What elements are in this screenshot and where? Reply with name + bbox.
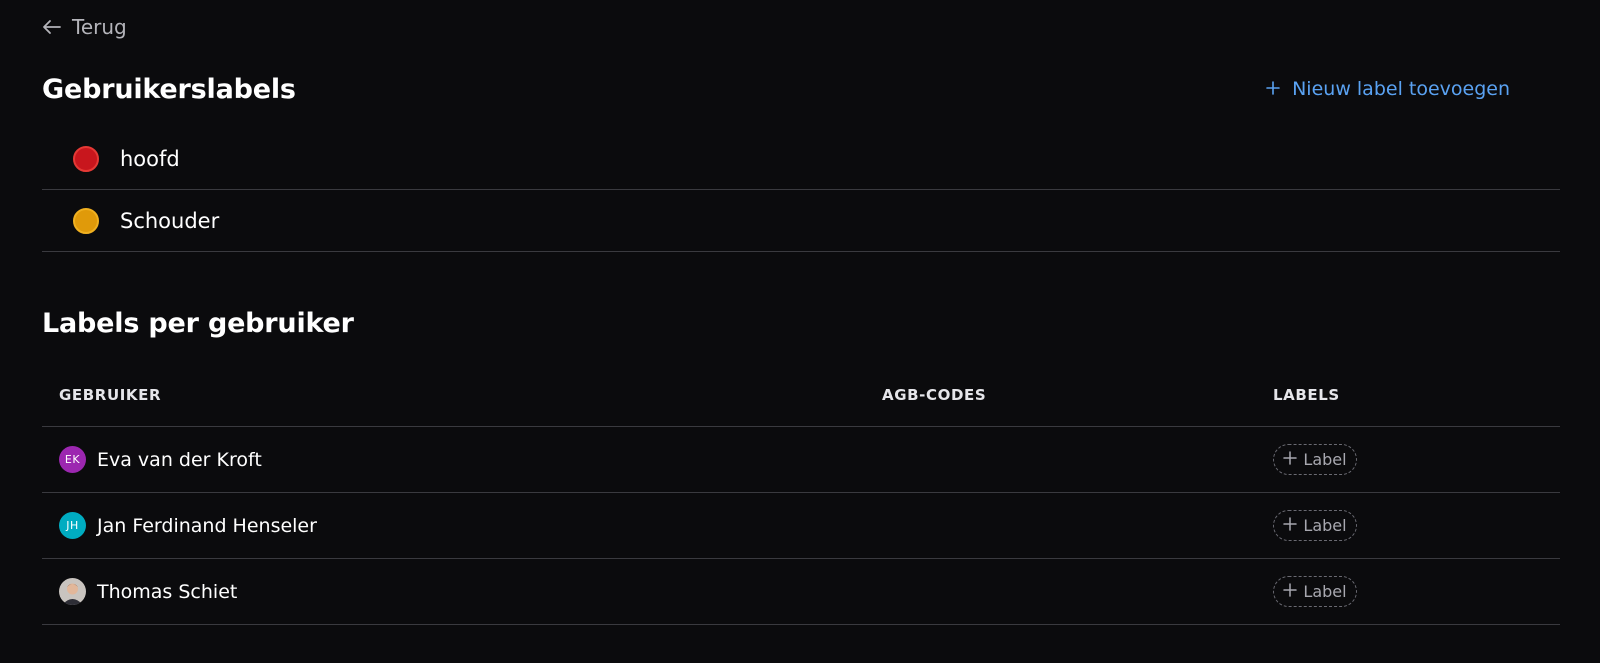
table-row: EK Eva van der Kroft Label [42,427,1560,493]
back-link[interactable]: Terug [42,14,127,40]
plus-icon [1283,450,1298,469]
user-name: Thomas Schiet [97,580,238,603]
add-label-button[interactable]: Nieuw label toevoegen [1266,78,1510,100]
add-user-label-text: Label [1303,516,1347,535]
plus-icon [1283,516,1298,535]
add-user-label-button[interactable]: Label [1273,444,1357,475]
table-row: JH Jan Ferdinand Henseler Label [42,493,1560,559]
add-user-label-text: Label [1303,450,1347,469]
page: Terug Gebruikerslabels Nieuw label toevo… [0,0,1600,663]
label-name: Schouder [120,208,220,233]
labels-per-user-title: Labels per gebruiker [42,308,354,339]
add-user-label-button[interactable]: Label [1273,576,1357,607]
table-header: GEBRUIKER AGB-CODES LABELS [42,364,1560,427]
plus-icon [1283,582,1298,601]
user-labels-title: Gebruikerslabels [42,74,296,105]
label-item-schouder[interactable]: Schouder [42,190,1560,252]
label-item-hoofd[interactable]: hoofd [42,128,1560,190]
user-cell: Thomas Schiet [59,559,237,624]
avatar-photo [59,578,86,605]
back-label: Terug [72,15,127,39]
column-header-labels: LABELS [1273,386,1340,404]
label-name: hoofd [120,146,180,171]
column-header-agb-codes: AGB-CODES [882,386,987,404]
plus-icon [1266,78,1280,100]
user-name: Jan Ferdinand Henseler [97,514,317,537]
user-name: Eva van der Kroft [97,448,262,471]
add-user-label-text: Label [1303,582,1347,601]
label-color-dot [73,145,99,172]
user-cell: JH Jan Ferdinand Henseler [59,493,317,558]
add-label-text: Nieuw label toevoegen [1292,78,1510,100]
avatar: EK [59,446,86,473]
label-color-dot [73,207,99,234]
add-user-label-button[interactable]: Label [1273,510,1357,541]
table-row: Thomas Schiet Label [42,559,1560,625]
column-header-user: GEBRUIKER [59,386,162,404]
user-labels-list: hoofd Schouder [42,128,1560,252]
avatar: JH [59,512,86,539]
arrow-left-icon [42,19,62,35]
user-cell: EK Eva van der Kroft [59,427,262,492]
labels-per-user-table: GEBRUIKER AGB-CODES LABELS EK Eva van de… [42,364,1560,625]
